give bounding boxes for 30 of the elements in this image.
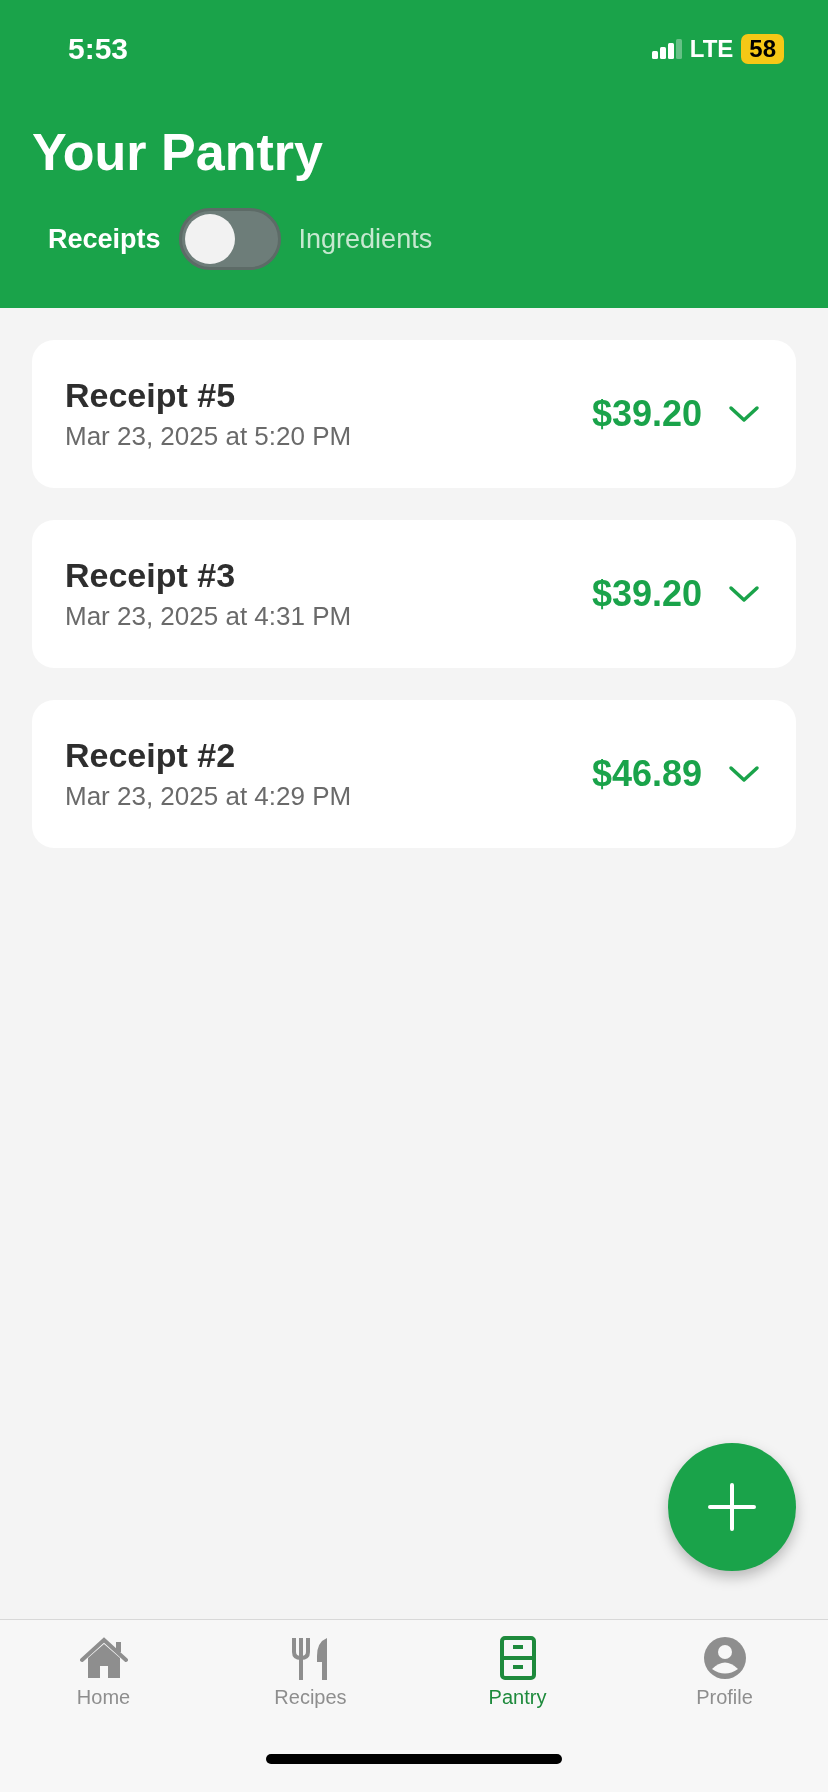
chevron-icon[interactable] — [728, 764, 760, 784]
receipt-title: Receipt #2 — [65, 736, 237, 775]
toggle-label: Ingredients — [298, 223, 433, 255]
receipt-title: Receipt #5 — [65, 376, 237, 415]
receipt-date: Mar 23, 2025 at 5:20 PM — [65, 421, 353, 452]
receipt-title: Receipt #3 — [65, 556, 237, 595]
profile-icon — [702, 1636, 747, 1680]
receipt-total: $46.89 — [591, 753, 702, 795]
home-icon — [79, 1636, 128, 1680]
tab-item[interactable]: Home — [0, 1636, 207, 1746]
receipt-date: Mar 23, 2025 at 4:31 PM — [65, 601, 353, 632]
signal-icon — [651, 39, 682, 59]
receipt-total: $39.20 — [591, 393, 702, 435]
receipt-card[interactable]: Receipt #3 Mar 23, 2025 at 4:31 PM $39.20 — [32, 520, 796, 668]
tab-item[interactable]: Profile — [621, 1636, 828, 1746]
tab-item[interactable]: Recipes — [207, 1636, 414, 1746]
add-button[interactable] — [668, 1443, 796, 1571]
chevron-icon[interactable] — [728, 584, 760, 604]
status-time: 5:53 — [68, 32, 129, 66]
receipt-total: $39.20 — [591, 573, 702, 615]
battery-indicator: 58 — [741, 34, 784, 64]
chevron-icon[interactable] — [728, 404, 760, 424]
receipt-date: Mar 23, 2025 at 4:29 PM — [65, 781, 353, 812]
toggle-label: Receipts — [48, 223, 161, 255]
plus-icon — [708, 1483, 756, 1531]
cabinet-icon — [499, 1636, 536, 1680]
receipt-card[interactable]: Receipt #2 Mar 23, 2025 at 4:29 PM $46.89 — [32, 700, 796, 848]
network-label: LTE — [689, 35, 734, 63]
receipt-card[interactable]: Receipt #5 Mar 23, 2025 at 5:20 PM $39.20 — [32, 340, 796, 488]
tab-item[interactable]: Pantry — [414, 1636, 621, 1746]
